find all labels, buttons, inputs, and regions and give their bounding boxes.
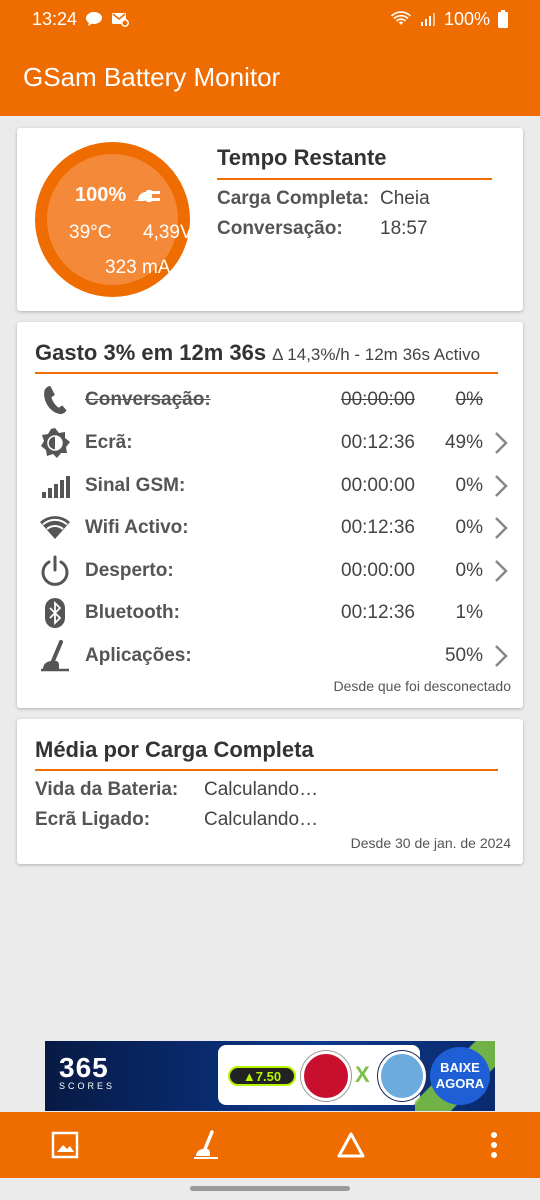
status-time: 13:24 <box>32 8 78 29</box>
divider <box>217 178 492 180</box>
talk-time-value: 18:57 <box>380 218 428 239</box>
usage-label: Desperto: <box>85 560 174 581</box>
usage-row-bluetooth[interactable]: Bluetooth: 00:12:36 1% <box>17 593 523 633</box>
screen-on-value: Calculando… <box>204 809 319 830</box>
signal-icon <box>42 476 70 498</box>
time-remaining-title: Tempo Restante <box>217 145 387 170</box>
average-card: Média por Carga Completa Vida da Bateria… <box>17 719 523 864</box>
usage-footer: Desde que foi desconectado <box>333 678 511 694</box>
usage-percent: 0% <box>455 560 483 581</box>
app-bar: GSam Battery Monitor <box>0 38 540 116</box>
image-icon[interactable] <box>49 1129 81 1161</box>
chevron-right-icon[interactable] <box>493 474 509 498</box>
usage-percent: 0% <box>455 475 483 496</box>
usage-row-call[interactable]: Conversação: 00:00:00 0% <box>17 380 523 420</box>
usage-row-wifi[interactable]: Wifi Activo: 00:12:36 0% <box>17 508 523 548</box>
chevron-right-icon[interactable] <box>493 431 509 455</box>
bluetooth-icon <box>45 598 65 628</box>
usage-time: 00:12:36 <box>341 432 415 453</box>
more-vert-icon[interactable] <box>478 1129 510 1161</box>
usage-label: Ecrã: <box>85 432 133 453</box>
talk-time-label: Conversação: <box>217 218 343 239</box>
usage-card: Gasto 3% em 12m 36s Δ 14,3%/h - 12m 36s A… <box>17 322 523 708</box>
ad-brand-logo: 365 SCORES <box>59 1052 116 1092</box>
battery-life-value: Calculando… <box>204 779 319 800</box>
bottom-bar <box>0 1112 540 1178</box>
chevron-right-icon[interactable] <box>493 516 509 540</box>
battery-life-label: Vida da Bateria: <box>35 779 179 800</box>
chat-icon <box>86 12 103 26</box>
usage-time: 00:12:36 <box>341 517 415 538</box>
wifi-icon <box>40 516 70 539</box>
average-footer: Desde 30 de jan. de 2024 <box>350 835 511 851</box>
status-bar: 13:24 100% <box>0 0 540 38</box>
usage-subtitle: Δ 14,3%/h - 12m 36s Activo <box>272 345 481 364</box>
usage-row-gsm[interactable]: Sinal GSM: 00:00:00 0% <box>17 466 523 506</box>
usage-percent: 1% <box>455 602 483 623</box>
usage-percent: 50% <box>444 645 483 666</box>
talk-time-row: Conversação: 18:57 <box>217 218 428 240</box>
team-crest-icon <box>301 1051 351 1101</box>
power-icon <box>41 555 69 586</box>
average-title: Média por Carga Completa <box>35 737 314 762</box>
ad-versus: X <box>355 1062 370 1087</box>
delta-icon[interactable] <box>335 1129 367 1161</box>
usage-label: Sinal GSM: <box>85 475 186 496</box>
usage-title-text: Gasto 3% em 12m 36s <box>35 340 267 365</box>
battery-percent: 100% <box>75 184 166 207</box>
usage-label: Aplicações: <box>85 645 192 666</box>
usage-label: Wifi Activo: <box>85 517 189 538</box>
full-charge-label: Carga Completa: <box>217 188 370 209</box>
divider <box>35 372 498 374</box>
battery-temperature: 39°C <box>69 222 112 243</box>
battery-gauge-inner: 100% 39°C 4,39V 323 mA <box>47 154 193 285</box>
ad-brand: 365 <box>59 1052 109 1083</box>
usage-time: 00:00:00 <box>341 389 415 410</box>
usage-percent: 49% <box>444 432 483 453</box>
usage-label: Bluetooth: <box>85 602 180 623</box>
usage-time: 00:12:36 <box>341 602 415 623</box>
ad-odds: ▲7.50 <box>228 1066 296 1086</box>
screen-on-label: Ecrã Ligado: <box>35 809 151 830</box>
usage-title: Gasto 3% em 12m 36s Δ 14,3%/h - 12m 36s A… <box>35 340 480 366</box>
battery-voltage: 4,39V <box>143 222 193 243</box>
usage-row-awake[interactable]: Desperto: 00:00:00 0% <box>17 551 523 591</box>
ad-match-panel: ▲7.50 X <box>218 1045 426 1105</box>
usage-time: 00:00:00 <box>341 560 415 581</box>
usage-percent: 0% <box>455 389 483 410</box>
screen-on-row: Ecrã Ligado: Calculando… <box>35 809 318 831</box>
gesture-nav-handle[interactable] <box>190 1186 350 1191</box>
ad-brand-sub: SCORES <box>59 1081 116 1091</box>
apps-icon[interactable] <box>190 1129 222 1161</box>
plug-icon <box>134 189 161 202</box>
usage-label: Conversação: <box>85 389 211 410</box>
ad-banner[interactable]: 365 SCORES ▲7.50 X BAIXE AGORA <box>45 1041 495 1111</box>
signal-status-icon <box>420 13 435 26</box>
status-battery-level: 100% <box>443 8 490 29</box>
battery-life-row: Vida da Bateria: Calculando… <box>35 779 318 801</box>
battery-percent-value: 100% <box>75 184 127 206</box>
brightness-icon <box>41 428 70 458</box>
battery-gauge[interactable]: 100% 39°C 4,39V 323 mA <box>35 142 193 297</box>
apps-icon <box>41 640 69 672</box>
usage-row-apps[interactable]: Aplicações: 50% <box>17 636 523 676</box>
battery-status-icon <box>498 10 508 28</box>
mail-settings-icon <box>112 13 129 27</box>
usage-row-screen[interactable]: Ecrã: 00:12:36 49% <box>17 423 523 463</box>
chevron-right-icon[interactable] <box>493 559 509 583</box>
summary-card[interactable]: 100% 39°C 4,39V 323 mA Tempo Restante Ca… <box>17 128 523 311</box>
full-charge-value: Cheia <box>380 188 430 209</box>
chevron-right-icon[interactable] <box>493 644 509 668</box>
phone-icon <box>44 385 67 415</box>
battery-current: 323 mA <box>105 257 171 278</box>
wifi-status-icon <box>390 11 412 25</box>
app-title: GSam Battery Monitor <box>23 61 281 92</box>
divider <box>35 769 498 771</box>
ad-cta-button[interactable]: BAIXE AGORA <box>430 1047 490 1105</box>
usage-time: 00:00:00 <box>341 475 415 496</box>
usage-percent: 0% <box>455 517 483 538</box>
full-charge-row: Carga Completa: Cheia <box>217 188 430 210</box>
